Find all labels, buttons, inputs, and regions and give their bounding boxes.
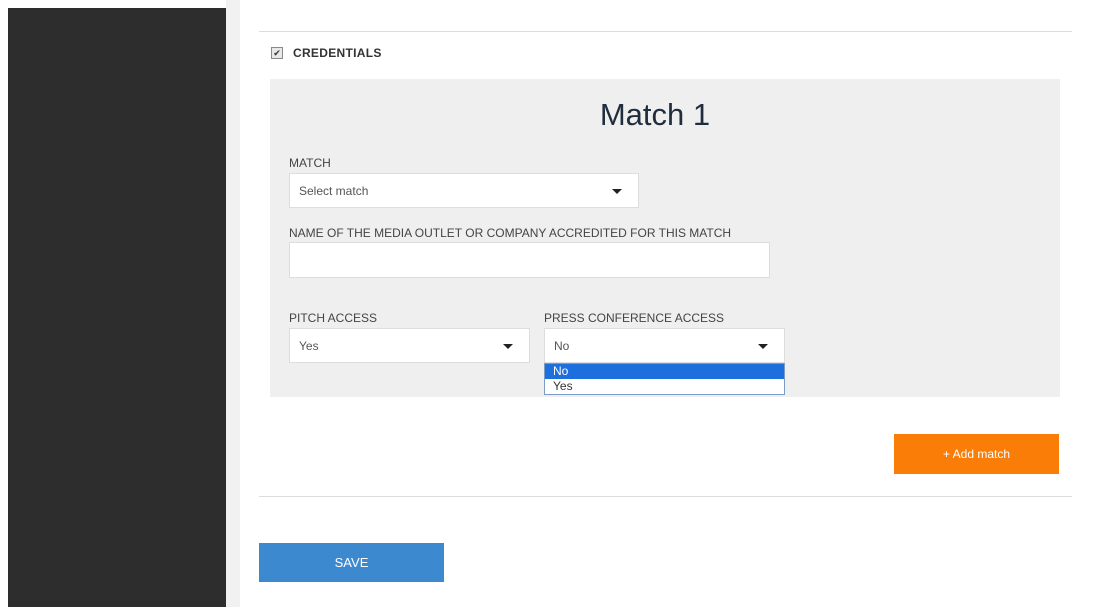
panel-title: Match 1 (270, 97, 1060, 133)
dropdown-option-yes[interactable]: Yes (545, 379, 784, 394)
add-match-button[interactable]: + Add match (894, 434, 1059, 474)
media-outlet-input[interactable] (289, 242, 770, 278)
save-button[interactable]: SAVE (259, 543, 444, 582)
bottom-divider (259, 496, 1072, 497)
press-conference-select[interactable]: No (544, 328, 785, 363)
press-conference-dropdown: No Yes (544, 363, 785, 395)
top-divider (259, 31, 1072, 32)
credentials-label: CREDENTIALS (293, 46, 382, 60)
pitch-access-label: PITCH ACCESS (289, 311, 378, 325)
dropdown-option-no[interactable]: No (545, 364, 784, 379)
left-sidebar (8, 8, 226, 607)
press-conference-label: PRESS CONFERENCE ACCESS (544, 311, 725, 325)
match-select[interactable]: Select match (289, 173, 639, 208)
match-panel: Match 1 MATCH Select match NAME OF THE M… (270, 79, 1060, 397)
outlet-field-label: NAME OF THE MEDIA OUTLET OR COMPANY ACCR… (289, 226, 732, 240)
match-select-value: Select match (299, 183, 369, 198)
caret-down-icon (758, 344, 768, 349)
credentials-section-header: ✔ CREDENTIALS (271, 46, 382, 60)
pitch-access-select[interactable]: Yes (289, 328, 530, 363)
match-field-label: MATCH (289, 156, 331, 170)
press-conference-value: No (554, 338, 570, 353)
caret-down-icon (503, 344, 513, 349)
sidebar-gutter (226, 0, 240, 607)
match-title-text: Match 1 (599, 97, 711, 132)
credentials-checkbox[interactable]: ✔ (271, 47, 283, 59)
pitch-access-value: Yes (299, 338, 319, 353)
caret-down-icon (612, 189, 622, 194)
